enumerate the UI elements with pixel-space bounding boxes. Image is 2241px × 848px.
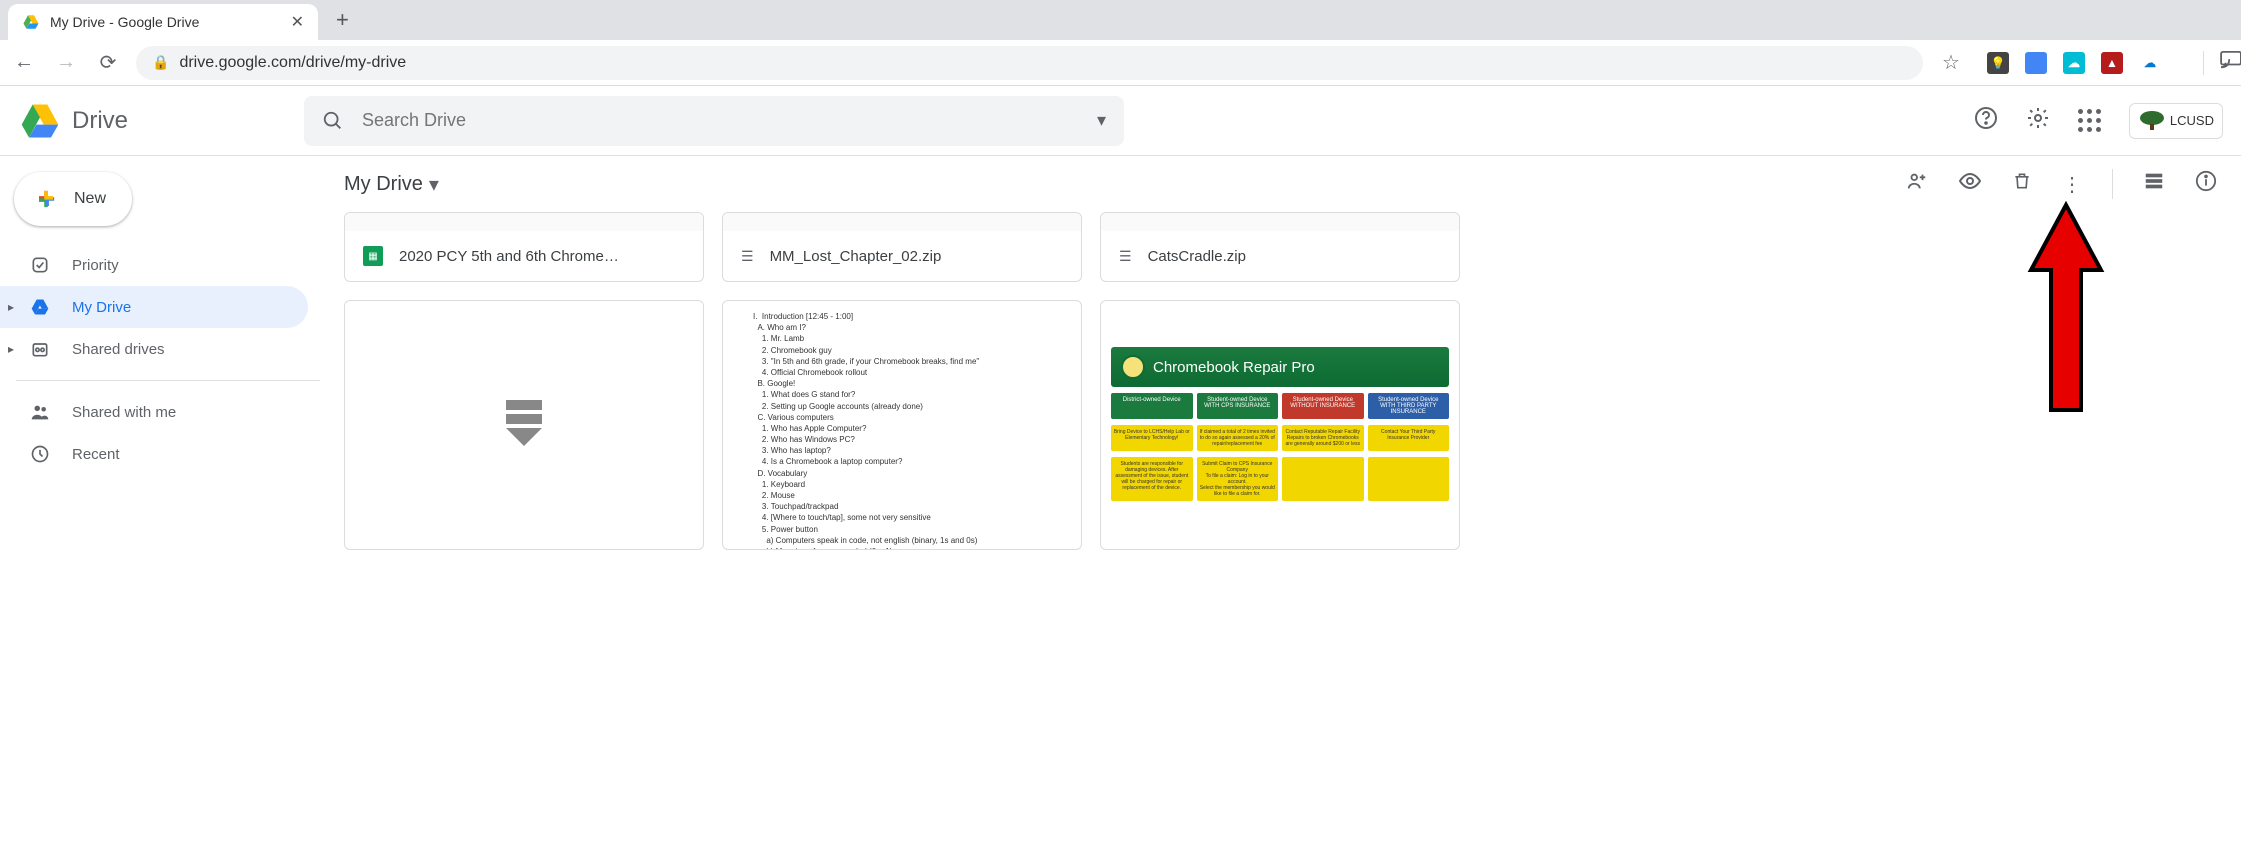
browser-chrome: My Drive - Google Drive ✕ + ← → ⟳ 🔒 driv… [0,0,2241,86]
browser-toolbar: ← → ⟳ 🔒 drive.google.com/drive/my-drive … [0,40,2241,86]
settings-button[interactable] [2026,106,2050,136]
file-thumbnail [723,213,1081,231]
file-thumbnail [345,213,703,231]
browser-tab[interactable]: My Drive - Google Drive ✕ [8,4,318,40]
preview-button[interactable] [1958,169,1982,199]
file-card[interactable]: ▦ 2020 PCY 5th and 6th Chrome… [344,212,704,282]
sidebar-item-label: Recent [72,446,120,463]
sidebar-item-shared-with-me[interactable]: Shared with me [0,391,308,433]
extension-icon-cloud[interactable]: ☁ [2063,52,2085,74]
sidebar-item-label: Shared drives [72,341,165,358]
file-thumbnail [1101,213,1459,231]
sidebar-item-shared-drives[interactable]: ▸ Shared drives [0,328,308,370]
lock-icon: 🔒 [152,54,169,71]
file-card[interactable]: ☰ MM_Lost_Chapter_02.zip [722,212,1082,282]
extension-icon-onedrive[interactable]: ☁ [2139,52,2161,74]
reload-button[interactable]: ⟳ [94,50,122,75]
zip-icon: ☰ [741,248,754,265]
file-card[interactable]: Chromebook Repair Pro District-owned Dev… [1100,300,1460,550]
details-button[interactable] [2195,170,2217,198]
expand-caret-icon[interactable]: ▸ [8,342,14,356]
sidebar-item-my-drive[interactable]: ▸ My Drive [0,286,308,328]
extension-icon-tips[interactable]: 💡 [1987,52,2009,74]
search-box[interactable]: ▾ [304,96,1124,146]
share-button[interactable] [1906,170,1928,198]
search-input[interactable] [362,110,1079,131]
drive-header: Drive ▾ LCUSD [0,86,2241,156]
content-area: My Drive ▾ ⋮ ▦ 2020 PCY [320,156,2241,848]
org-tree-icon [2138,110,2166,132]
my-drive-icon [28,297,52,317]
sidebar-item-priority[interactable]: Priority [0,244,308,286]
sidebar-separator [16,380,320,381]
annotation-arrow [2026,200,2106,420]
file-card[interactable]: ☰ CatsCradle.zip [1100,212,1460,282]
priority-icon [28,255,52,275]
shared-drives-icon [28,339,52,359]
file-card[interactable]: I. Introduction [12:45 - 1:00] A. Who am… [722,300,1082,550]
new-tab-button[interactable]: + [336,7,349,33]
sidebar-item-label: My Drive [72,299,131,316]
sidebar-item-label: Priority [72,257,119,274]
bookmark-star-button[interactable]: ☆ [1937,50,1965,75]
repair-title: Chromebook Repair Pro [1153,359,1315,376]
extension-icons: 💡 ☁ ▲ ☁ [1979,52,2169,74]
delete-button[interactable] [2012,170,2032,198]
sidebar-item-recent[interactable]: Recent [0,433,308,475]
tab-title: My Drive - Google Drive [50,14,199,30]
expand-caret-icon[interactable]: ▸ [8,300,14,314]
download-stack-icon [502,400,546,450]
seal-icon [1121,355,1145,379]
sidebar: New Priority ▸ My Drive ▸ Shared drives … [0,156,320,848]
file-name: MM_Lost_Chapter_02.zip [770,248,942,265]
file-grid: ▦ 2020 PCY 5th and 6th Chrome… ☰ MM_Lost… [320,212,2241,550]
address-bar[interactable]: 🔒 drive.google.com/drive/my-drive [136,46,1923,80]
action-bar: ⋮ [1906,169,2217,199]
recent-icon [28,444,52,464]
sheets-icon: ▦ [363,246,383,266]
search-icon [322,110,344,132]
shared-with-me-icon [28,401,52,423]
sidebar-item-label: Shared with me [72,404,176,421]
breadcrumb-label: My Drive [344,173,423,196]
forward-button[interactable]: → [52,51,80,74]
chevron-down-icon: ▾ [429,172,439,197]
drive-product-name: Drive [72,107,128,135]
drive-logo-icon [18,99,62,143]
help-button[interactable] [1974,106,1998,136]
tab-strip: My Drive - Google Drive ✕ + [0,0,2241,40]
action-separator [2112,169,2113,199]
plus-icon [32,185,60,213]
repair-banner: Chromebook Repair Pro [1111,347,1449,387]
extension-icon-docs[interactable] [2025,52,2047,74]
tab-close-button[interactable]: ✕ [291,12,304,32]
cast-icon[interactable] [2203,51,2231,75]
file-name: 2020 PCY 5th and 6th Chrome… [399,248,619,265]
new-button-label: New [74,190,106,208]
account-org-badge[interactable]: LCUSD [2129,103,2223,139]
org-label: LCUSD [2170,113,2214,128]
new-button[interactable]: New [14,172,132,226]
back-button[interactable]: ← [10,51,38,74]
file-name: CatsCradle.zip [1148,248,1246,265]
content-header: My Drive ▾ ⋮ [320,156,2241,212]
list-view-button[interactable] [2143,170,2165,198]
drive-logo[interactable]: Drive [18,99,128,143]
extension-icon-pdf[interactable]: ▲ [2101,52,2123,74]
zip-icon: ☰ [1119,248,1132,265]
breadcrumb[interactable]: My Drive ▾ [344,172,439,197]
header-icons: LCUSD [1974,103,2223,139]
main-layout: New Priority ▸ My Drive ▸ Shared drives … [0,156,2241,848]
drive-favicon-icon [22,13,40,31]
apps-button[interactable] [2078,109,2101,132]
more-actions-button[interactable]: ⋮ [2062,172,2082,197]
search-options-caret[interactable]: ▾ [1097,110,1106,131]
url-text: drive.google.com/drive/my-drive [179,54,406,72]
file-card[interactable] [344,300,704,550]
